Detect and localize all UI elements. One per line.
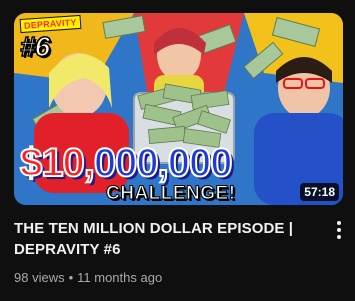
prize-amount: $10,000,000 [19,140,234,186]
prize-amount-blue: 000,000 [93,140,234,186]
episode-number: #6 [19,30,51,63]
view-count: 98 views [14,270,65,285]
more-vertical-icon [337,221,341,225]
more-vertical-icon-dot [337,235,341,239]
video-title[interactable]: THE TEN MILLION DOLLAR EPISODE | DEPRAVI… [14,218,314,260]
video-title-line-2: DEPRAVITY #6 [14,241,121,258]
more-actions-button[interactable] [332,219,346,241]
video-title-line-1: THE TEN MILLION DOLLAR EPISODE | [14,220,294,237]
prize-amount-red: $10, [19,140,96,186]
meta-separator: • [68,270,74,285]
video-card[interactable]: DEPRAVITY #6 $10,000,000 CHALLENGE! 57:1… [0,0,355,301]
video-metadata: 98 views • 11 months ago [14,270,162,285]
video-thumbnail[interactable]: DEPRAVITY #6 $10,000,000 CHALLENGE! 57:1… [14,13,343,205]
more-vertical-icon-dot [337,228,341,232]
challenge-text: CHALLENGE! [106,183,236,205]
duration-badge: 57:18 [300,183,339,201]
upload-age: 11 months ago [77,270,163,285]
